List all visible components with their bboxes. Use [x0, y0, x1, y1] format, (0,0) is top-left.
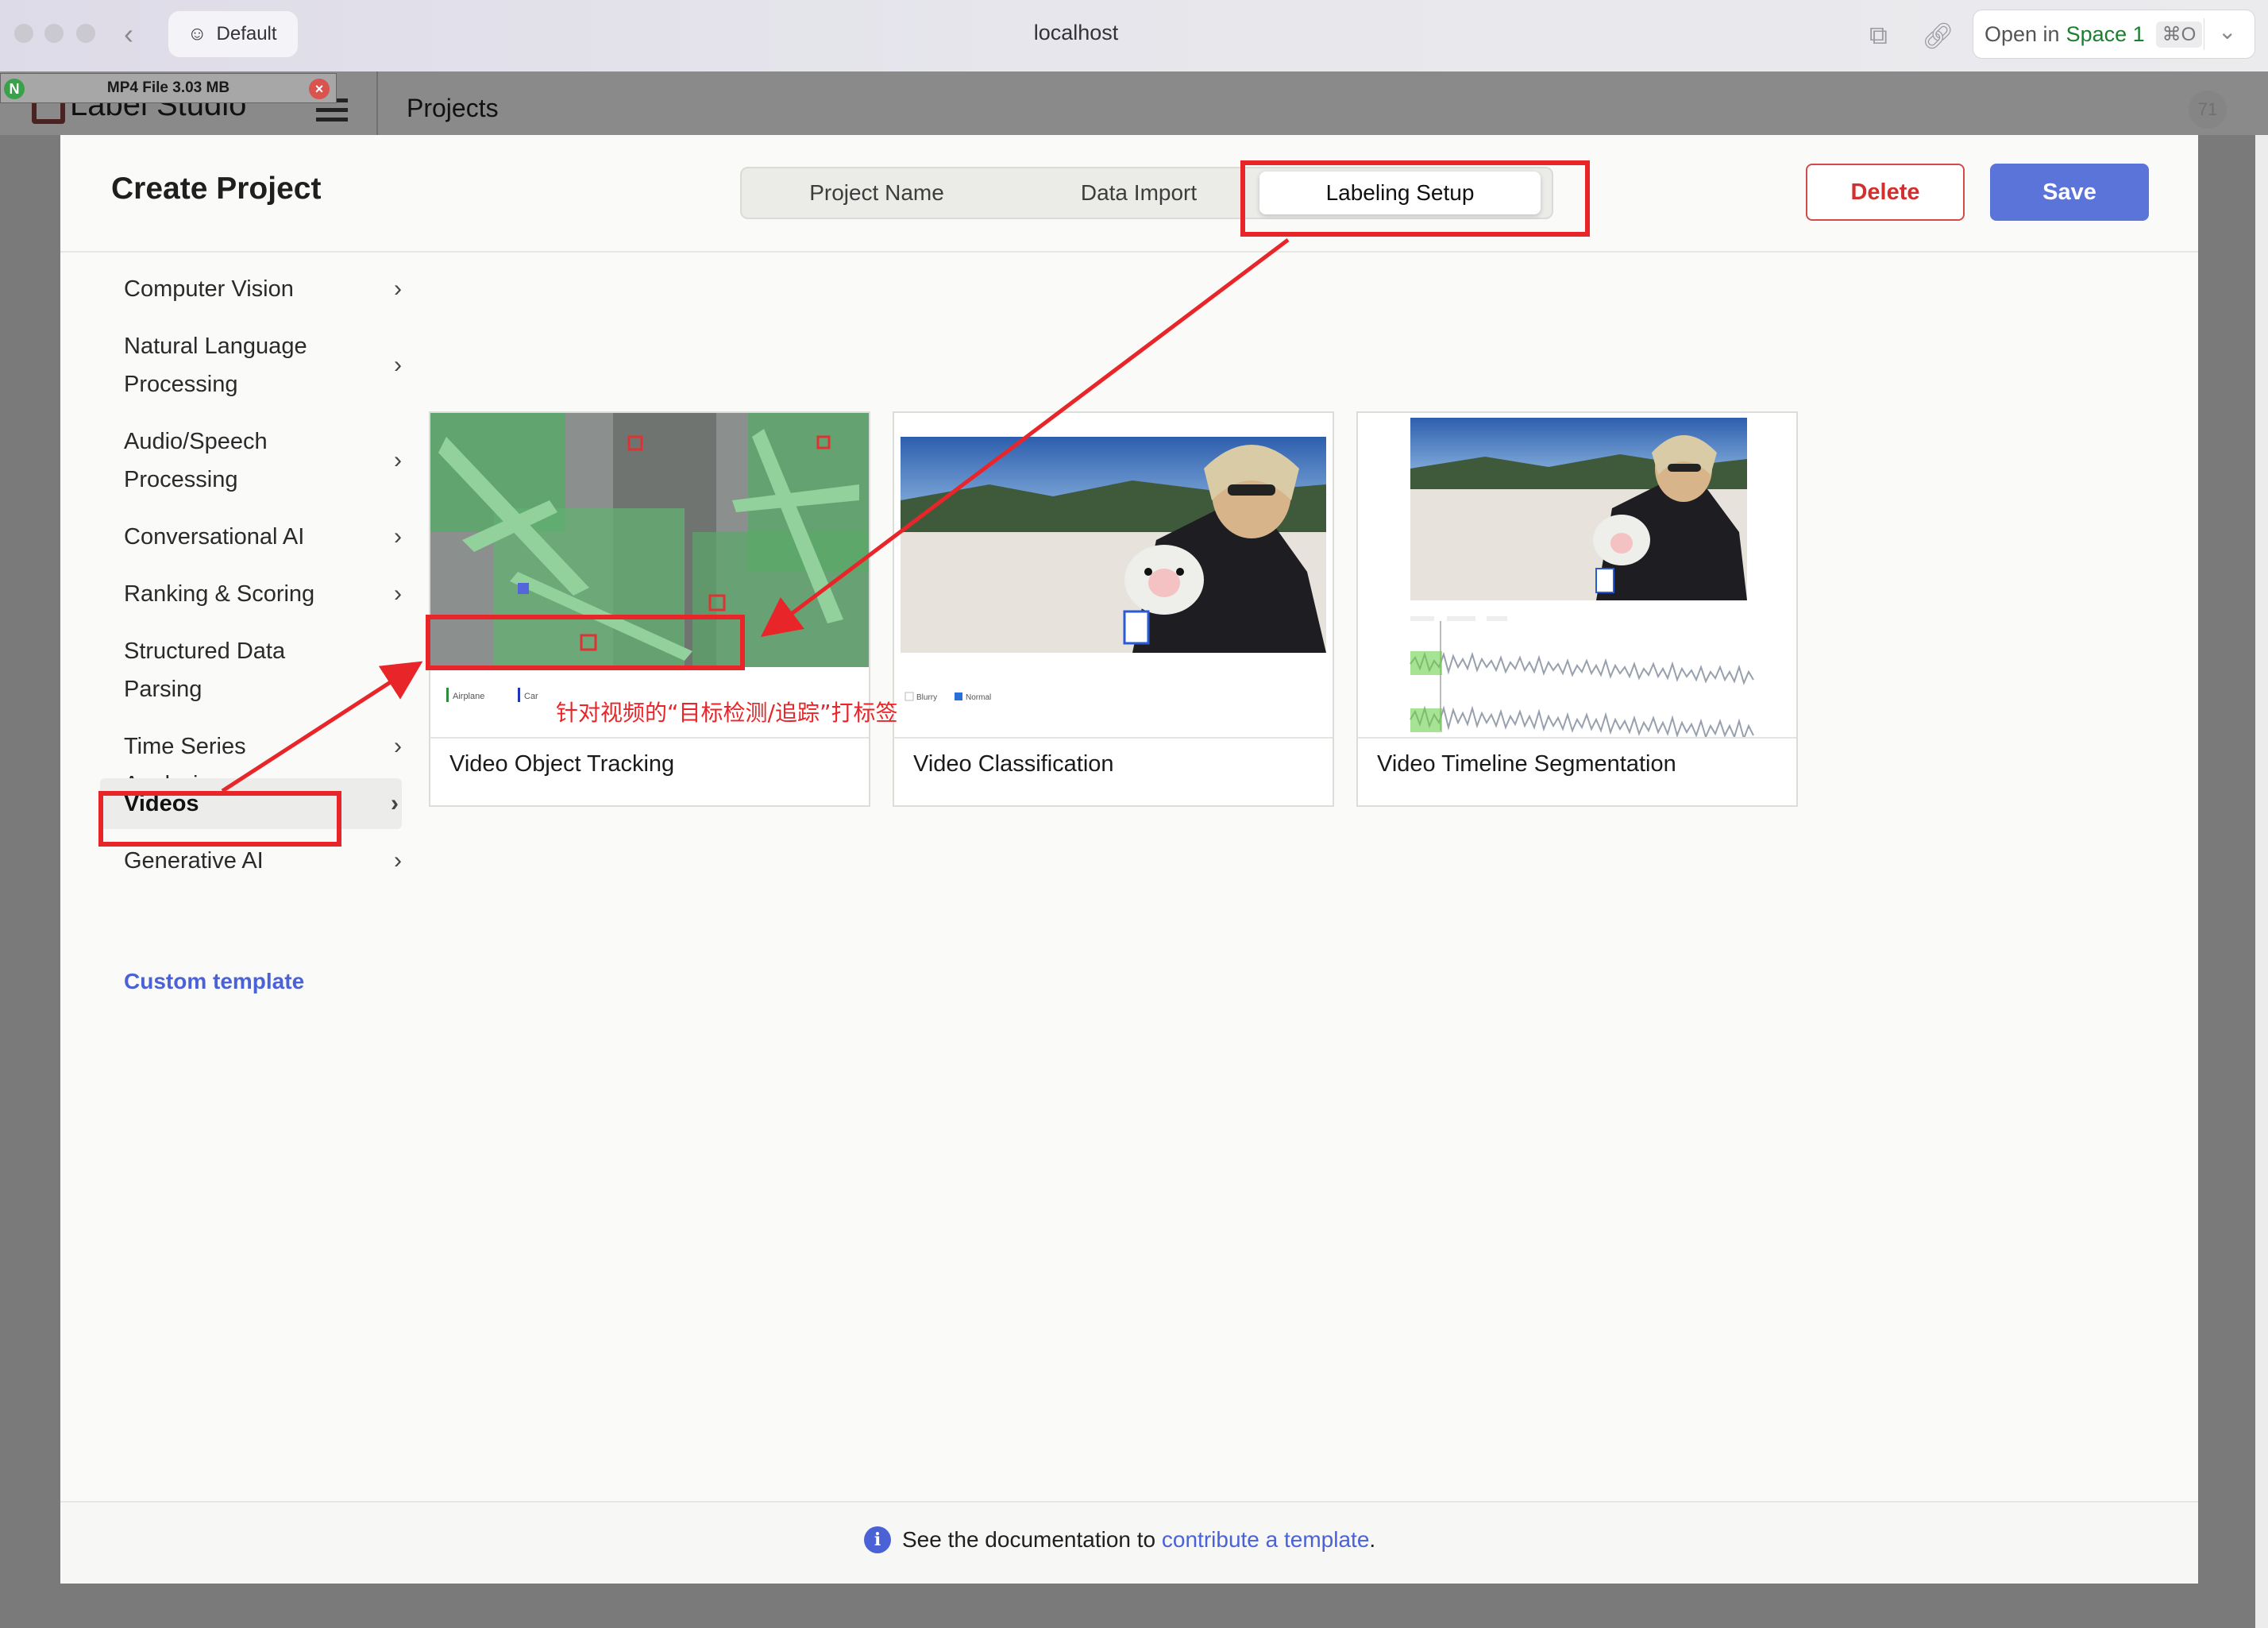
smiley-icon: ☺ [187, 23, 207, 44]
save-button[interactable]: Save [1990, 164, 2149, 221]
card-divider [894, 737, 1333, 739]
annotation-note: 针对视频的“目标检测/追踪”打标签 [556, 700, 898, 726]
header-divider [376, 71, 378, 135]
download-status-icon: N [4, 79, 25, 99]
browser-toolbar: ‹ ☺ Default localhost ⧉ 🔗︎ Open in Space… [0, 0, 2268, 72]
avatar[interactable]: 71 [2189, 91, 2227, 129]
footer-prefix: See the documentation to [902, 1527, 1156, 1552]
annotation-box-video-object-tracking [426, 615, 745, 670]
background-page-edge [2255, 135, 2268, 1628]
info-icon: i [864, 1526, 891, 1553]
chevron-right-icon: › [394, 657, 402, 683]
card-title: Video Object Tracking [449, 751, 675, 777]
chevron-right-icon: › [394, 352, 402, 378]
chevron-right-icon: › [391, 790, 399, 816]
annotation-box-videos [98, 791, 341, 847]
card-divider [1358, 737, 1796, 739]
tab-data-import[interactable]: Data Import [1012, 168, 1266, 218]
chevron-right-icon: › [394, 447, 402, 473]
contribute-template-link[interactable]: contribute a template [1162, 1527, 1370, 1552]
back-icon[interactable]: ‹ [124, 17, 133, 51]
sidebar-item-label: Natural Language Processing [124, 334, 307, 397]
profile-selector[interactable]: ☺ Default [168, 11, 298, 57]
sidebar-item-structured-data-parsing[interactable]: Structured Data Parsing › [100, 632, 402, 708]
modal-header: Create Project Project Name Data Import … [60, 135, 2198, 253]
template-card-video-classification[interactable]: Blurry Normal Video Classification [893, 411, 1334, 807]
template-card-video-object-tracking[interactable]: Airplane Car Video Object Tracking [429, 411, 870, 807]
video-timeline-segmentation-thumbnail [1358, 413, 1796, 739]
custom-template-link[interactable]: Custom template [124, 969, 304, 994]
sidebar-item-audio-speech-processing[interactable]: Audio/Speech Processing › [100, 422, 402, 499]
chevron-down-icon[interactable]: ⌄ [2218, 18, 2236, 44]
chevron-right-icon: › [394, 276, 402, 302]
address-bar[interactable]: localhost [953, 21, 1199, 45]
close-icon[interactable]: × [309, 79, 330, 99]
create-project-modal: Create Project Project Name Data Import … [60, 135, 2198, 1584]
delete-button[interactable]: Delete [1806, 164, 1965, 221]
open-in-shortcut: ⌘O [2155, 21, 2203, 48]
footer-note: i See the documentation to contribute a … [864, 1526, 1375, 1553]
sidebar-item-natural-language-processing[interactable]: Natural Language Processing › [100, 327, 402, 403]
modal-footer: i See the documentation to contribute a … [60, 1501, 2198, 1584]
file-chip-label: MP4 File 3.03 MB [106, 79, 230, 96]
open-in-space-button[interactable]: Open in Space 1 ⌘O ⌄ [1973, 10, 2255, 59]
breadcrumb-projects[interactable]: Projects [407, 94, 499, 123]
template-card-video-timeline-segmentation[interactable]: Video Timeline Segmentation [1356, 411, 1798, 807]
video-object-tracking-thumbnail: Airplane Car [430, 413, 869, 739]
open-in-label: Open in [1984, 21, 2060, 46]
picture-in-picture-icon[interactable]: ⧉ [1869, 21, 1888, 51]
window-minimize-button[interactable] [44, 24, 64, 43]
card-title: Video Timeline Segmentation [1377, 751, 1676, 777]
chevron-right-icon: › [394, 847, 402, 874]
card-title: Video Classification [913, 751, 1114, 777]
sidebar-item-computer-vision[interactable]: Computer Vision › [100, 270, 402, 308]
annotation-box-labeling-setup [1240, 160, 1590, 237]
video-classification-thumbnail: Blurry Normal [894, 413, 1333, 739]
page-title: Create Project [111, 172, 322, 206]
thumb-label-blurry: Blurry [916, 693, 937, 702]
tab-project-name[interactable]: Project Name [742, 168, 1012, 218]
link-icon[interactable]: 🔗︎ [1922, 21, 1954, 51]
sidebar-item-conversational-ai[interactable]: Conversational AI › [100, 518, 402, 556]
sidebar-item-generative-ai[interactable]: Generative AI › [100, 842, 402, 880]
sidebar-item-label: Structured Data Parsing [124, 638, 286, 702]
card-divider [430, 737, 869, 739]
sidebar-item-label: Ranking & Scoring [124, 581, 315, 607]
thumb-label-normal: Normal [966, 693, 991, 702]
chevron-right-icon: › [394, 523, 402, 550]
sidebar-item-label: Computer Vision [124, 276, 294, 302]
file-download-chip[interactable]: N MP4 File 3.03 MB × [0, 73, 337, 103]
app-header: Label Studio Projects 71 [0, 71, 2268, 135]
window-close-button[interactable] [14, 24, 33, 43]
thumb-label-airplane: Airplane [453, 692, 484, 701]
chevron-right-icon: › [394, 581, 402, 607]
thumb-label-car: Car [524, 692, 538, 701]
footer-suffix: . [1369, 1527, 1376, 1552]
sidebar-item-label: Generative AI [124, 848, 264, 874]
open-in-space-name: Space 1 [2066, 21, 2145, 46]
chevron-right-icon: › [394, 733, 402, 759]
sidebar-item-label: Conversational AI [124, 524, 305, 550]
sidebar-item-label: Audio/Speech Processing [124, 429, 268, 492]
window-zoom-button[interactable] [76, 24, 95, 43]
sidebar-item-ranking-scoring[interactable]: Ranking & Scoring › [100, 575, 402, 613]
profile-label: Default [216, 23, 277, 44]
